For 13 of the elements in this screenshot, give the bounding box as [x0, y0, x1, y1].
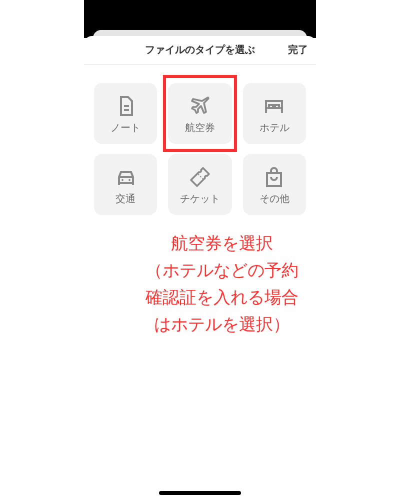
done-button[interactable]: 完了: [288, 43, 308, 58]
file-type-tile[interactable]: ホテル: [242, 83, 306, 144]
file-type-tile[interactable]: チケット: [168, 154, 232, 215]
annotation-text: 航空券を選択: [171, 233, 273, 255]
annotation-text: （ホテルなどの予約: [146, 260, 298, 282]
sheet-title: ファイルのタイプを選ぶ: [145, 43, 255, 58]
ticket-icon: [188, 164, 212, 188]
file-type-tile[interactable]: 交通: [94, 154, 158, 215]
file-type-tile[interactable]: 航空券: [168, 83, 232, 144]
file-type-tile[interactable]: その他: [242, 154, 306, 215]
annotation-text: はホテルを選択）: [154, 314, 290, 336]
file-type-tile[interactable]: ノート: [94, 83, 158, 144]
annotation-text: 確認証を入れる場合: [146, 287, 298, 309]
